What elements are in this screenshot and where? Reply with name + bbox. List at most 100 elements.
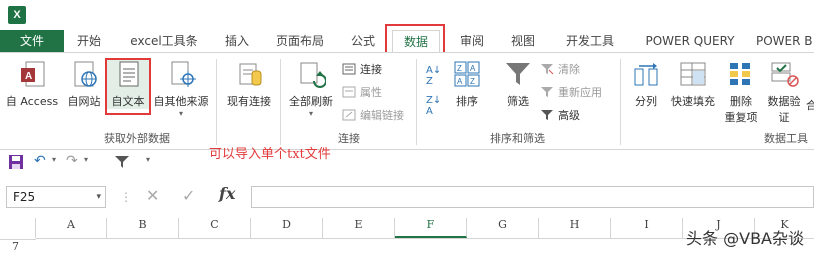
connections-label: 连接: [360, 63, 382, 76]
flash-fill-icon: [678, 59, 708, 89]
edit-links-label: 编辑链接: [360, 109, 404, 122]
save-icon[interactable]: [8, 154, 24, 173]
tab-power-bi[interactable]: POWER B: [756, 30, 814, 52]
svg-text:Z: Z: [470, 77, 475, 86]
column-header[interactable]: B: [107, 218, 179, 238]
clear-filter-icon: [540, 62, 554, 76]
from-access-label: 自 Access: [5, 95, 59, 108]
properties-label: 属性: [360, 86, 382, 99]
sort-za-icon: Z↓ A: [426, 95, 442, 117]
from-web-button[interactable]: 自网站: [64, 59, 104, 109]
clear-label: 清除: [558, 63, 580, 76]
group-divider: [216, 59, 217, 145]
properties-button[interactable]: 属性: [342, 84, 382, 100]
from-other-sources-button[interactable]: 自其他来源 ▾: [150, 59, 212, 118]
watermark-text: 头条 @VBA杂谈: [686, 229, 804, 248]
sort-az-icon: A↓ Z: [426, 65, 442, 87]
redo-dropdown-icon[interactable]: ▾: [84, 155, 88, 164]
data-validation-label-2: 证: [778, 111, 790, 124]
filter-funnel-icon: [503, 59, 533, 89]
sort-button[interactable]: ZAAZ 排序: [450, 59, 484, 109]
tab-home[interactable]: 开始: [74, 30, 104, 52]
formula-bar: F25 ▾ ⋮ ✕ ✓ fx: [0, 176, 814, 216]
reapply-icon: [540, 85, 554, 99]
remove-duplicates-label-1: 删除: [730, 95, 752, 108]
chevron-down-icon: ▾: [96, 192, 101, 202]
tab-file[interactable]: 文件: [0, 30, 64, 52]
tab-view[interactable]: 视图: [508, 30, 538, 52]
from-other-sources-label: 自其他来源: [153, 95, 209, 108]
select-all-corner[interactable]: [0, 218, 36, 238]
chevron-down-icon: ▾: [308, 109, 313, 118]
column-header[interactable]: D: [251, 218, 323, 238]
undo-dropdown-icon[interactable]: ▾: [52, 155, 56, 164]
connections-button[interactable]: 连接: [342, 61, 382, 77]
reapply-button[interactable]: 重新应用: [540, 84, 602, 100]
name-box-value: F25: [13, 190, 36, 204]
tab-power-query[interactable]: POWER QUERY: [640, 30, 740, 52]
column-header[interactable]: H: [539, 218, 611, 238]
existing-connections-button[interactable]: 现有连接: [222, 59, 276, 109]
tab-formulas[interactable]: 公式: [348, 30, 378, 52]
group-divider: [416, 59, 417, 145]
undo-icon[interactable]: ↶: [34, 153, 46, 169]
cancel-icon[interactable]: ✕: [146, 186, 159, 205]
svg-text:A: A: [470, 64, 476, 73]
edit-links-button[interactable]: 编辑链接: [342, 107, 404, 123]
tab-review[interactable]: 审阅: [456, 30, 488, 52]
svg-text:Z: Z: [457, 64, 462, 73]
group-divider: [620, 59, 621, 145]
sort-icon: ZAAZ: [452, 59, 482, 89]
advanced-filter-icon: [540, 108, 554, 122]
existing-connections-label: 现有连接: [227, 95, 271, 108]
highlight-box-from-text: [105, 58, 151, 115]
refresh-all-label: 全部刷新: [289, 95, 333, 108]
existing-connections-icon: [234, 59, 264, 89]
enter-check-icon[interactable]: ✓: [182, 186, 195, 205]
from-access-button[interactable]: A 自 Access: [4, 59, 60, 109]
sort-label: 排序: [456, 95, 478, 108]
data-validation-button[interactable]: 数据验 证: [762, 59, 806, 125]
group-label-data-tools: 数据工具: [764, 132, 808, 145]
clear-filter-button[interactable]: 清除: [540, 61, 580, 77]
flash-fill-label: 快速填充: [671, 95, 715, 108]
svg-text:A: A: [25, 71, 32, 82]
refresh-icon: [296, 59, 327, 89]
group-label-sort-filter: 排序和筛选: [490, 132, 545, 145]
data-validation-label-1: 数据验: [767, 95, 801, 108]
column-header[interactable]: C: [179, 218, 251, 238]
tab-insert[interactable]: 插入: [220, 30, 254, 52]
edit-links-icon: [342, 108, 356, 122]
text-to-columns-button[interactable]: 分列: [628, 59, 664, 109]
consolidate-button-partial[interactable]: 合: [806, 97, 814, 113]
excel-app-icon: X: [8, 6, 26, 24]
filter-button[interactable]: 筛选: [500, 59, 536, 109]
properties-icon: [342, 85, 356, 99]
tab-page-layout[interactable]: 页面布局: [270, 30, 330, 52]
remove-duplicates-button[interactable]: 删除 重复项: [720, 59, 762, 125]
column-header[interactable]: G: [467, 218, 539, 238]
filter-funnel-icon[interactable]: [114, 154, 130, 173]
filter-label: 筛选: [507, 95, 529, 108]
flash-fill-button[interactable]: 快速填充: [666, 59, 720, 109]
annotation-text: 可以导入单个txt文件: [209, 147, 331, 162]
column-header[interactable]: I: [611, 218, 683, 238]
tab-developer[interactable]: 开发工具: [560, 30, 620, 52]
insert-function-icon[interactable]: fx: [219, 184, 235, 203]
column-header[interactable]: E: [323, 218, 395, 238]
advanced-filter-button[interactable]: 高级: [540, 107, 580, 123]
from-web-label: 自网站: [67, 95, 101, 108]
refresh-all-button[interactable]: 全部刷新 ▾: [284, 59, 338, 118]
redo-icon[interactable]: ↷: [66, 153, 78, 169]
customize-qat-icon[interactable]: ▾: [146, 155, 150, 164]
sort-za-button[interactable]: Z↓ A: [426, 95, 441, 117]
sort-az-button[interactable]: A↓ Z: [426, 65, 441, 87]
quick-access-toolbar: ↶ ▾ ↷ ▾ ▾: [0, 150, 814, 176]
name-box[interactable]: F25 ▾: [6, 186, 106, 208]
tab-excel-toolbar[interactable]: excel工具条: [122, 30, 206, 52]
column-header[interactable]: A: [36, 218, 107, 238]
formula-input[interactable]: [251, 186, 814, 208]
row-header[interactable]: 7: [0, 239, 36, 256]
column-header-selected[interactable]: F: [395, 218, 467, 238]
access-icon: A: [17, 59, 47, 89]
